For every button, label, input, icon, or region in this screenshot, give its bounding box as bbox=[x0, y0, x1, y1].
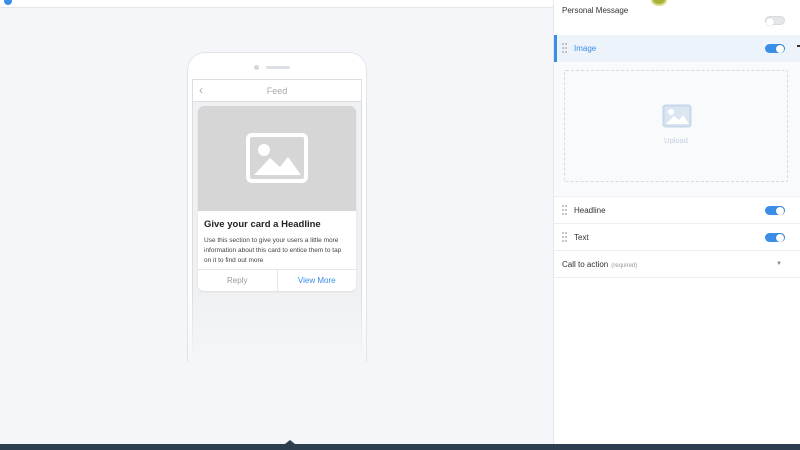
bottom-bar-notch bbox=[285, 440, 295, 444]
personal-message-row: Personal Message bbox=[554, 0, 800, 35]
drag-handle-icon[interactable] bbox=[562, 43, 567, 53]
content-card[interactable]: Give your card a Headline Use this secti… bbox=[198, 106, 356, 291]
image-label: Image bbox=[574, 44, 597, 53]
card-image[interactable] bbox=[198, 106, 356, 211]
drag-handle-icon[interactable] bbox=[562, 232, 567, 242]
settings-panel: Personal Message Image Upload Headline T… bbox=[553, 0, 800, 444]
image-toggle[interactable] bbox=[765, 44, 785, 53]
image-row[interactable]: Image bbox=[554, 35, 800, 62]
feed-title: Feed bbox=[266, 86, 288, 96]
toggle-knob bbox=[766, 17, 774, 26]
toggle-knob bbox=[776, 233, 784, 242]
text-row[interactable]: Text bbox=[554, 224, 800, 251]
image-upload-dropzone[interactable]: Upload bbox=[564, 70, 788, 182]
text-label: Text bbox=[574, 233, 589, 242]
phone-speaker bbox=[266, 66, 290, 69]
image-upload-section: Upload bbox=[554, 62, 800, 197]
image-placeholder-icon bbox=[246, 133, 308, 183]
top-bar bbox=[0, 0, 553, 8]
text-toggle[interactable] bbox=[765, 233, 785, 242]
call-to-action-row[interactable]: Call to action (required) ▼ bbox=[554, 251, 800, 278]
card-body: Give your card a Headline Use this secti… bbox=[198, 211, 356, 269]
reply-button[interactable]: Reply bbox=[198, 270, 278, 291]
call-to-action-label: Call to action (required) bbox=[562, 251, 637, 280]
phone-fade bbox=[188, 292, 366, 362]
required-label: (required) bbox=[611, 263, 638, 269]
phone-camera bbox=[254, 65, 259, 70]
toggle-knob bbox=[776, 44, 784, 53]
phone-preview: ‹ Feed Give your card a Headline Use thi… bbox=[187, 52, 367, 362]
view-more-button[interactable]: View More bbox=[278, 270, 357, 291]
preview-canvas: ‹ Feed Give your card a Headline Use thi… bbox=[0, 8, 553, 444]
card-headline: Give your card a Headline bbox=[204, 219, 321, 230]
headline-toggle[interactable] bbox=[765, 206, 785, 215]
headline-row[interactable]: Headline bbox=[554, 197, 800, 224]
upload-label: Upload bbox=[664, 136, 688, 145]
chevron-left-icon[interactable]: ‹ bbox=[199, 83, 203, 97]
personal-message-label: Personal Message bbox=[562, 6, 629, 15]
app-logo[interactable] bbox=[4, 0, 12, 5]
image-upload-icon bbox=[662, 104, 692, 128]
toggle-knob bbox=[776, 206, 784, 215]
card-actions: Reply View More bbox=[198, 269, 356, 291]
drag-handle-icon[interactable] bbox=[562, 205, 567, 215]
call-to-action-text: Call to action bbox=[562, 260, 609, 269]
feed-nav-bar: ‹ Feed bbox=[193, 80, 361, 102]
bottom-bar bbox=[0, 440, 800, 450]
headline-label: Headline bbox=[574, 206, 606, 215]
chevron-down-icon[interactable]: ▼ bbox=[776, 251, 782, 278]
personal-message-toggle[interactable] bbox=[765, 16, 785, 26]
card-text: Use this section to give your users a li… bbox=[204, 237, 342, 264]
